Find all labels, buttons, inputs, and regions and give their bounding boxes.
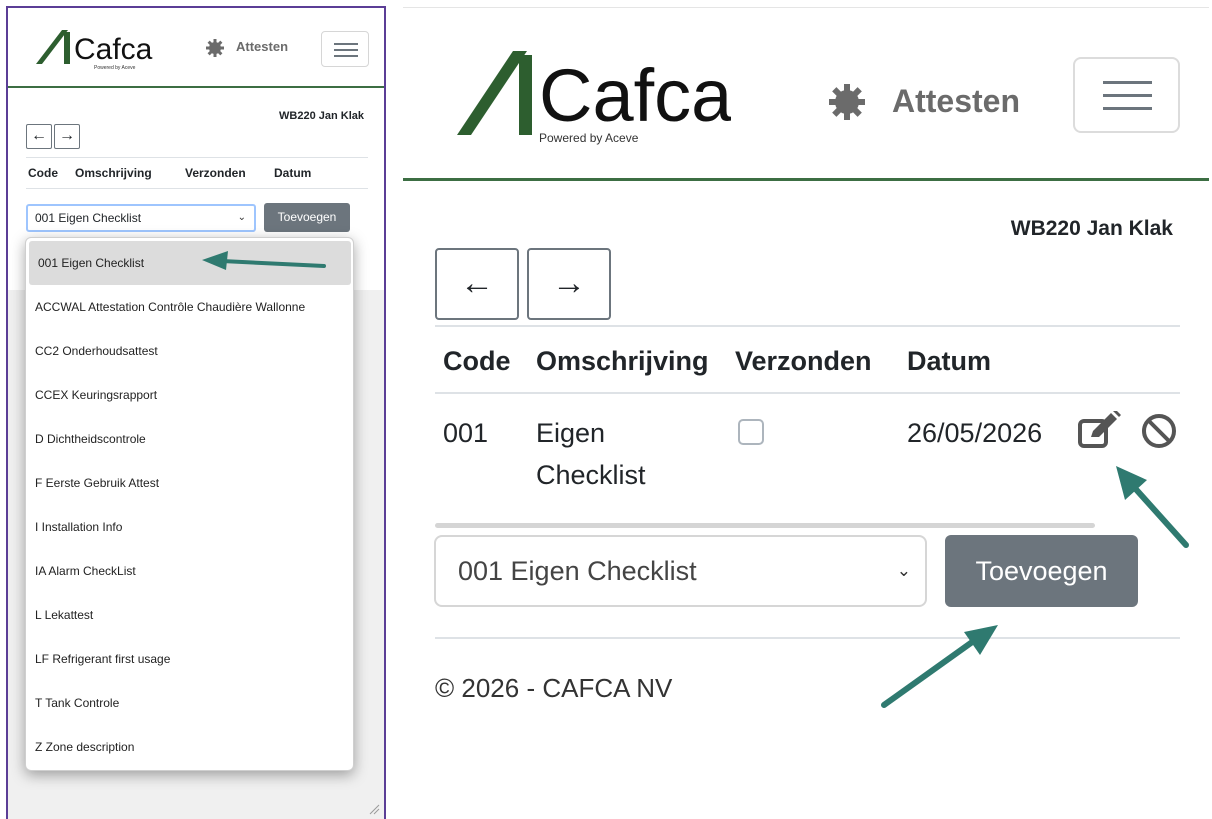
divider [26, 188, 368, 189]
app-header: Cafca Powered by Aceve Attesten [403, 7, 1209, 181]
svg-text:Powered by Aceve: Powered by Aceve [94, 65, 136, 71]
divider [435, 637, 1180, 639]
dropdown-option[interactable]: 001 Eigen Checklist [29, 241, 351, 285]
select-value: 001 Eigen Checklist [35, 211, 142, 225]
cafca-logo: Cafca Powered by Aceve [457, 51, 731, 145]
column-header-omschrijving: Omschrijving [75, 166, 152, 180]
zoomed-view-panel: Cafca Powered by Aceve Attesten WB220 Ja… [403, 7, 1212, 720]
svg-text:Powered by Aceve: Powered by Aceve [539, 131, 639, 145]
horizontal-scrollbar[interactable] [435, 523, 1095, 528]
dropdown-option[interactable]: L Lekattest [26, 593, 353, 637]
back-button[interactable]: ← [435, 248, 519, 320]
mobile-view-panel: Cafca Powered by Aceve Attesten WB220 Ja… [6, 6, 386, 819]
edit-icon[interactable] [1077, 411, 1125, 449]
dropdown-option[interactable]: I Installation Info [26, 505, 353, 549]
attesten-link[interactable]: Attesten [892, 83, 1020, 120]
hamburger-menu-icon[interactable] [1073, 57, 1180, 133]
divider [435, 325, 1180, 327]
resize-handle-icon[interactable] [368, 803, 380, 815]
hamburger-menu-icon[interactable] [321, 31, 369, 67]
dropdown-option[interactable]: IA Alarm CheckList [26, 549, 353, 593]
dropdown-option[interactable]: CCEX Keuringsrapport [26, 373, 353, 417]
cell-omschrijving-line2: Checklist [536, 460, 646, 490]
dropdown-option[interactable]: CC2 Onderhoudsattest [26, 329, 353, 373]
ban-icon[interactable] [1140, 412, 1178, 450]
select-dropdown-list: 001 Eigen Checklist ACCWAL Attestation C… [25, 237, 354, 771]
add-button[interactable]: Toevoegen [264, 203, 350, 232]
chevron-down-icon: ⌄ [237, 212, 246, 223]
attest-type-select[interactable]: 001 Eigen Checklist ⌄ [434, 535, 927, 607]
add-button[interactable]: Toevoegen [945, 535, 1138, 607]
cell-omschrijving: Eigen [536, 418, 606, 448]
attesten-link[interactable]: Attesten [236, 39, 288, 54]
dropdown-option[interactable]: Z Zone description [26, 725, 353, 769]
cell-datum: 26/05/2026 [907, 418, 1043, 448]
forward-button[interactable]: → [527, 248, 611, 320]
footer-copyright: © 2026 - CAFCA NV [435, 673, 673, 703]
dropdown-option[interactable]: ACCWAL Attestation Contrôle Chaudière Wa… [26, 285, 353, 329]
back-button[interactable]: ← [26, 124, 52, 149]
gear-icon [206, 39, 224, 57]
attest-type-select[interactable]: 001 Eigen Checklist ⌄ [26, 204, 256, 232]
cafca-logo: Cafca Powered by Aceve [36, 30, 153, 71]
column-header-datum: Datum [907, 346, 992, 376]
dropdown-option[interactable]: D Dichtheidscontrole [26, 417, 353, 461]
column-header-omschrijving: Omschrijving [536, 346, 709, 376]
svg-text:Cafca: Cafca [74, 33, 153, 66]
dropdown-option[interactable]: T Tank Controle [26, 681, 353, 725]
app-header: Cafca Powered by Aceve Attesten [8, 8, 384, 88]
gear-icon [829, 84, 865, 120]
select-value: 001 Eigen Checklist [458, 556, 697, 586]
column-header-code: Code [443, 346, 511, 376]
dropdown-option[interactable]: LF Refrigerant first usage [26, 637, 353, 681]
user-label: WB220 Jan Klak [279, 110, 364, 122]
user-label: WB220 Jan Klak [1010, 217, 1173, 240]
column-header-verzonden: Verzonden [735, 346, 872, 376]
dropdown-option[interactable]: F Eerste Gebruik Attest [26, 461, 353, 505]
column-header-datum: Datum [274, 166, 312, 180]
forward-button[interactable]: → [54, 124, 80, 149]
verzonden-checkbox[interactable] [738, 419, 764, 445]
divider [26, 157, 368, 158]
cell-code: 001 [443, 418, 489, 448]
column-header-verzonden: Verzonden [185, 166, 246, 180]
column-header-code: Code [28, 166, 58, 180]
chevron-down-icon: ⌄ [896, 561, 911, 580]
divider [435, 392, 1180, 394]
svg-text:Cafca: Cafca [539, 54, 731, 137]
